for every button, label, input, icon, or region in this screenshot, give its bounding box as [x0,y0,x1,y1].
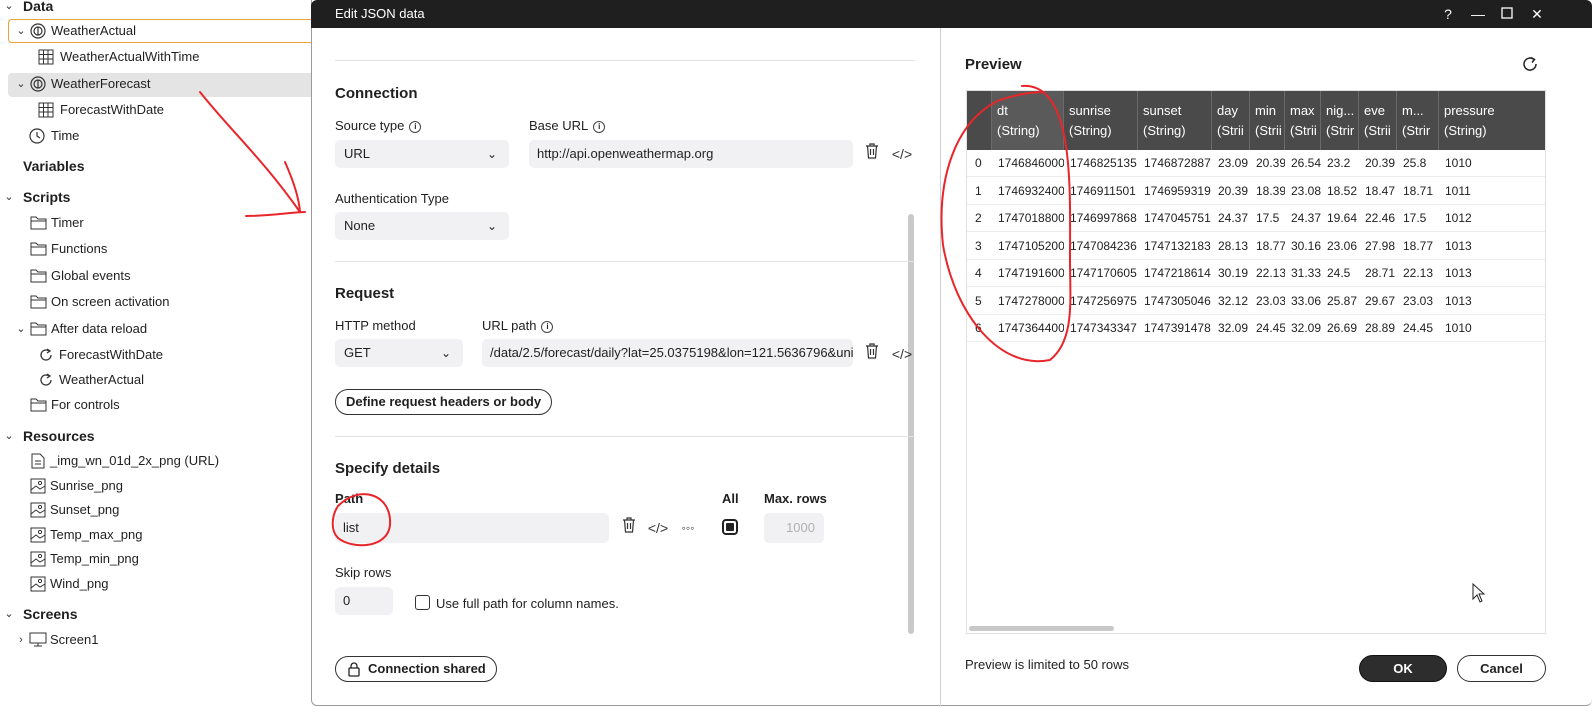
annotation-overlay [199,84,1072,547]
annotation-circle-path [331,493,392,547]
annotation-circle-dt-column [940,84,1072,363]
annotation-arrow [199,91,306,217]
